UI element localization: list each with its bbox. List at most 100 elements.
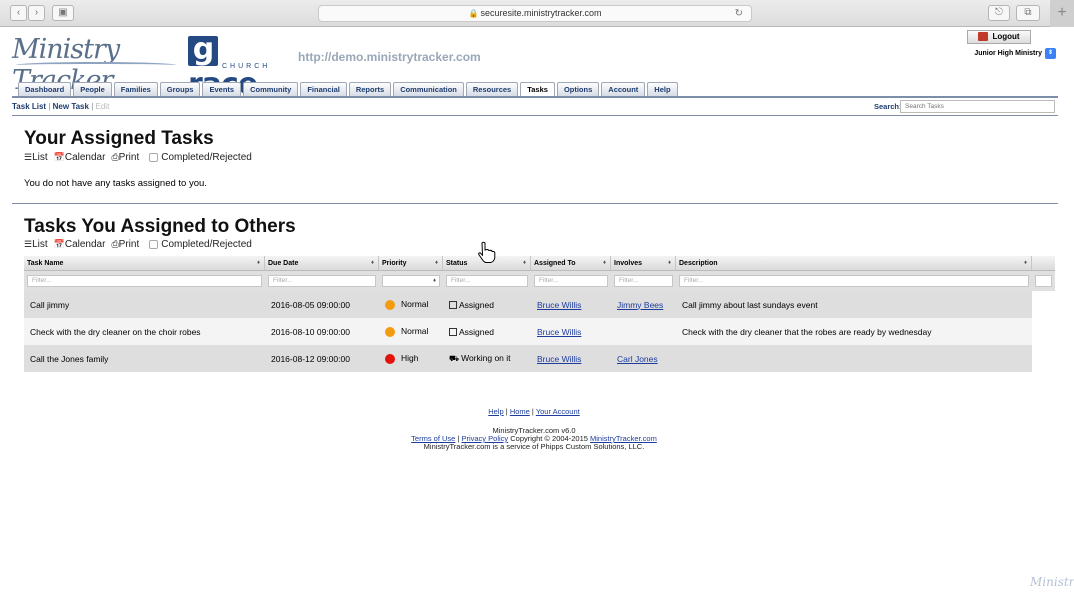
print-button[interactable]: ⎙Print: [111, 152, 139, 163]
completed-toggle[interactable]: Completed/Rejected: [145, 152, 252, 163]
table-row[interactable]: Call jimmy 2016-08-05 09:00:00 Normal Assig…: [24, 291, 1055, 318]
completed-checkbox[interactable]: [149, 152, 159, 162]
search-input[interactable]: [900, 100, 1055, 113]
print-button[interactable]: ⎙Print: [111, 239, 139, 250]
task-name-cell: Call the Jones family: [30, 353, 109, 364]
priority-dot-icon: [385, 353, 395, 364]
chevron-left-icon: ‹: [16, 7, 21, 18]
completed-checkbox[interactable]: [149, 239, 159, 249]
new-task-link[interactable]: New Task: [53, 102, 89, 111]
new-tab-button[interactable]: +: [1050, 0, 1074, 27]
sort-icon: ♦: [667, 260, 671, 266]
tab-tasks[interactable]: Tasks: [520, 82, 555, 97]
table-row[interactable]: Call the Jones family 2016-08-12 09:00:00…: [24, 345, 1055, 372]
list-view-button[interactable]: ☰List: [24, 152, 48, 163]
footer-links: Help | Home | Your Account: [488, 407, 580, 416]
tab-divider: [12, 96, 1058, 98]
sort-icon: ♦: [602, 260, 606, 266]
tab-events[interactable]: Events: [202, 82, 242, 96]
tab-financial[interactable]: Financial: [300, 82, 347, 96]
tab-help[interactable]: Help: [647, 82, 678, 96]
select-arrows-icon: ⇕: [1045, 48, 1056, 59]
column-filter-input[interactable]: Filter...: [268, 275, 376, 287]
due-date-cell: 2016-08-05 09:00:00: [271, 299, 350, 310]
sort-icon: ♦: [522, 260, 526, 266]
calendar-view-button[interactable]: 📅Calendar: [54, 239, 106, 250]
tab-families[interactable]: Families: [113, 82, 158, 96]
column-header[interactable]: Assigned To ♦: [531, 256, 611, 270]
column-header[interactable]: Task Name ♦: [24, 256, 265, 270]
calendar-icon: 📅: [53, 239, 65, 249]
your-account-link[interactable]: Your Account: [536, 407, 580, 416]
assigned-to-link[interactable]: Bruce Willis: [537, 327, 581, 337]
involves-link[interactable]: Carl Jones: [617, 354, 658, 364]
row-spacer: [1032, 318, 1055, 345]
edit-link: Edit: [95, 102, 110, 111]
print-icon: ⎙: [111, 152, 119, 162]
involves-cell: Carl Jones: [611, 354, 676, 364]
tab-groups[interactable]: Groups: [159, 82, 201, 96]
column-filter-input[interactable]: Filter...: [614, 275, 673, 287]
column-header[interactable]: Due Date ♦: [265, 256, 379, 270]
ministry-tracker-logo[interactable]: Ministry Tracker: [12, 34, 182, 96]
share-icon: ⎋: [995, 7, 1003, 18]
sub-nav: Task List | New Task | Edit: [12, 102, 110, 111]
task-list-link[interactable]: Task List: [12, 102, 46, 111]
hand-cursor-icon: [478, 241, 496, 263]
column-filter-input[interactable]: Filter...: [27, 275, 262, 287]
tab-resources[interactable]: Resources: [465, 82, 519, 96]
priority-filter-select[interactable]: ♦: [382, 275, 440, 287]
logout-icon: [978, 32, 989, 42]
tab-reports[interactable]: Reports: [348, 82, 392, 96]
assigned-to-link[interactable]: Bruce Willis: [537, 300, 581, 310]
forward-button[interactable]: ›: [28, 5, 45, 21]
reload-icon[interactable]: ↻: [735, 6, 743, 21]
tab-communication[interactable]: Communication: [393, 82, 464, 96]
others-tasks-toolbar: ☰List 📅Calendar ⎙Print Completed/Rejecte…: [24, 239, 252, 250]
filter-reset-button[interactable]: [1035, 275, 1052, 287]
truck-icon: ⛟: [449, 354, 460, 363]
task-name-cell: Call jimmy: [30, 299, 70, 310]
help-link[interactable]: Help: [488, 407, 503, 416]
assigned-to-link[interactable]: Bruce Willis: [537, 354, 581, 364]
list-icon: ☰: [24, 152, 33, 162]
sort-icon: ♦: [434, 260, 438, 266]
main-nav-tabs: Dashboard People Families Groups Events Commu…: [18, 82, 678, 97]
logout-button[interactable]: Logout: [967, 30, 1031, 44]
column-header[interactable]: Description ♦: [676, 256, 1032, 270]
tab-dashboard[interactable]: Dashboard: [18, 82, 72, 96]
priority-cell: High: [379, 353, 443, 364]
share-button[interactable]: ⎋: [988, 5, 1010, 21]
involves-link[interactable]: Jimmy Bees: [617, 300, 663, 310]
address-bar[interactable]: 🔒 securesite.ministrytracker.com ↻: [318, 5, 752, 22]
involves-cell: Jimmy Bees: [611, 300, 676, 310]
table-row[interactable]: Check with the dry cleaner on the choir …: [24, 318, 1055, 345]
footer-service: MinistryTracker.com is a service of Phip…: [423, 442, 645, 451]
tab-options[interactable]: Options: [556, 82, 600, 96]
page: Ministry Tracker grace CHURCH http://dem…: [6, 28, 1062, 601]
tasks-table: Task Name ♦ Due Date ♦ Priority ♦ Status ♦ Assig…: [24, 256, 1055, 372]
sidebar-toggle-button[interactable]: ▣: [52, 5, 74, 21]
list-view-button[interactable]: ☰List: [24, 239, 48, 250]
calendar-view-button[interactable]: 📅Calendar: [54, 152, 106, 163]
tab-community[interactable]: Community: [243, 82, 299, 96]
tabs-button[interactable]: ⧉: [1016, 5, 1040, 21]
tab-people[interactable]: People: [73, 82, 112, 96]
tab-account[interactable]: Account: [601, 82, 646, 96]
ministry-select[interactable]: Junior High Ministry ⇕: [969, 47, 1056, 60]
priority-dot-icon: [385, 326, 395, 337]
completed-toggle[interactable]: Completed/Rejected: [145, 239, 252, 250]
column-header[interactable]: Priority ♦: [379, 256, 443, 270]
chevron-right-icon: ›: [34, 7, 39, 18]
home-link[interactable]: Home: [510, 407, 530, 416]
back-button[interactable]: ‹: [10, 5, 27, 21]
column-header-spacer: [1032, 256, 1055, 270]
column-filter-input[interactable]: Filter...: [446, 275, 528, 287]
list-icon: ☰: [24, 239, 33, 249]
column-filter-input[interactable]: Filter...: [679, 275, 1029, 287]
table-header: Task Name ♦ Due Date ♦ Priority ♦ Status ♦ Assig…: [24, 256, 1055, 271]
assigned-tasks-toolbar: ☰List 📅Calendar ⎙Print Completed/Rejecte…: [24, 152, 252, 163]
column-filter-input[interactable]: Filter...: [534, 275, 608, 287]
column-header[interactable]: Involves ♦: [611, 256, 676, 270]
assigned-to-others-title: Tasks You Assigned to Others: [24, 216, 296, 237]
